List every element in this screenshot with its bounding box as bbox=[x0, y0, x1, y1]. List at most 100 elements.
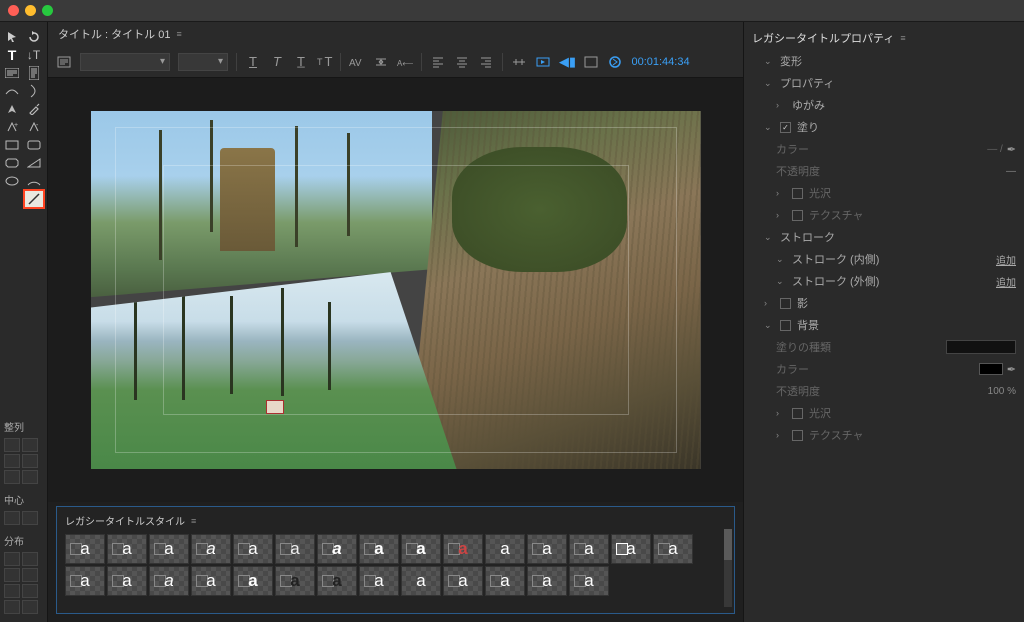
prop-bg-color[interactable]: カラー✒ bbox=[752, 358, 1016, 380]
align-btn[interactable] bbox=[4, 470, 20, 484]
distribute-btn[interactable] bbox=[4, 568, 20, 582]
style-swatch[interactable]: a bbox=[485, 566, 525, 596]
prop-bg-texture[interactable]: ›テクスチャ bbox=[752, 424, 1016, 446]
tab-menu-icon[interactable]: ≡ bbox=[176, 29, 181, 39]
bg-color-swatch[interactable] bbox=[979, 363, 1003, 375]
align-btn[interactable] bbox=[22, 454, 38, 468]
style-swatch[interactable]: a bbox=[317, 534, 357, 564]
line-tool-icon[interactable] bbox=[24, 190, 44, 208]
style-swatch[interactable]: a bbox=[275, 566, 315, 596]
zoom-window-button[interactable] bbox=[42, 5, 53, 16]
texture-checkbox[interactable] bbox=[792, 210, 803, 221]
rectangle-tool-icon[interactable] bbox=[2, 136, 22, 154]
style-swatch[interactable]: a bbox=[443, 566, 483, 596]
prop-bg-sheen[interactable]: ›光沢 bbox=[752, 402, 1016, 424]
template-icon[interactable] bbox=[583, 54, 599, 70]
properties-menu-icon[interactable]: ≡ bbox=[900, 33, 905, 43]
wedge-tool-icon[interactable] bbox=[24, 154, 44, 172]
distribute-btn[interactable] bbox=[4, 584, 20, 598]
styles-scrollbar[interactable] bbox=[724, 529, 732, 607]
pen-tool-icon[interactable] bbox=[2, 100, 22, 118]
align-btn[interactable] bbox=[4, 454, 20, 468]
style-swatch[interactable]: a bbox=[233, 566, 273, 596]
distribute-btn[interactable] bbox=[4, 600, 20, 614]
rounded-rectangle-tool-icon[interactable] bbox=[24, 136, 44, 154]
align-center-icon[interactable] bbox=[454, 54, 470, 70]
style-swatch[interactable]: a bbox=[275, 534, 315, 564]
add-inner-stroke-button[interactable]: 追加 bbox=[996, 252, 1016, 267]
style-swatch[interactable]: a bbox=[149, 566, 189, 596]
style-swatch[interactable]: a bbox=[317, 566, 357, 596]
prop-background[interactable]: ⌄背景 bbox=[752, 314, 1016, 336]
style-swatch[interactable]: a bbox=[443, 534, 483, 564]
center-btn[interactable] bbox=[4, 511, 20, 525]
timecode-display[interactable]: 00:01:44:34 bbox=[631, 56, 689, 68]
leading-icon[interactable] bbox=[373, 54, 389, 70]
eyedropper-icon[interactable]: ✒ bbox=[1007, 363, 1016, 376]
kerning-icon[interactable]: AV bbox=[349, 54, 365, 70]
background-checkbox[interactable] bbox=[780, 320, 791, 331]
distribute-btn[interactable] bbox=[22, 600, 38, 614]
style-swatch[interactable]: a bbox=[107, 534, 147, 564]
title-canvas[interactable] bbox=[91, 111, 701, 469]
bg-sheen-checkbox[interactable] bbox=[792, 408, 803, 419]
prop-stroke-inner[interactable]: ⌄ストローク (内側)追加 bbox=[752, 248, 1016, 270]
style-swatch[interactable]: a bbox=[569, 566, 609, 596]
prop-fill-sheen[interactable]: ›光沢 bbox=[752, 182, 1016, 204]
prop-strokes[interactable]: ⌄ストローク bbox=[752, 226, 1016, 248]
prop-stroke-outer[interactable]: ⌄ストローク (外側)追加 bbox=[752, 270, 1016, 292]
prop-properties-group[interactable]: ⌄プロパティ bbox=[752, 72, 1016, 94]
font-weight-dropdown[interactable]: ▾ bbox=[178, 53, 228, 71]
style-swatch[interactable]: a bbox=[401, 534, 441, 564]
filltype-dropdown[interactable] bbox=[946, 340, 1016, 354]
style-swatch[interactable]: a bbox=[65, 566, 105, 596]
align-btn[interactable] bbox=[22, 470, 38, 484]
style-swatch[interactable]: a bbox=[569, 534, 609, 564]
prop-bg-opacity[interactable]: 不透明度100 % bbox=[752, 380, 1016, 402]
selection-tool-icon[interactable] bbox=[2, 28, 22, 46]
prop-shadow[interactable]: ›影 bbox=[752, 292, 1016, 314]
delete-point-tool-icon[interactable]: - bbox=[24, 118, 44, 136]
distribute-btn[interactable] bbox=[22, 552, 38, 566]
font-dropdown[interactable]: ▾ bbox=[80, 53, 170, 71]
rotate-tool-icon[interactable] bbox=[24, 28, 44, 46]
style-swatch[interactable]: a bbox=[191, 566, 231, 596]
distribute-btn[interactable] bbox=[4, 552, 20, 566]
style-swatch[interactable]: a bbox=[527, 534, 567, 564]
prop-fill-texture[interactable]: ›テクスチャ bbox=[752, 204, 1016, 226]
style-swatch[interactable]: a bbox=[191, 534, 231, 564]
style-swatch[interactable]: a bbox=[359, 534, 399, 564]
style-swatch[interactable]: a bbox=[149, 534, 189, 564]
style-swatch[interactable]: a bbox=[107, 566, 147, 596]
shadow-checkbox[interactable] bbox=[780, 298, 791, 309]
align-left-icon[interactable] bbox=[430, 54, 446, 70]
underline-icon[interactable]: T̲ bbox=[293, 54, 309, 70]
style-swatch[interactable]: a bbox=[401, 566, 441, 596]
out-point-icon[interactable]: ◀▮ bbox=[559, 54, 575, 70]
tab-stops-icon[interactable] bbox=[511, 54, 527, 70]
center-btn[interactable] bbox=[22, 511, 38, 525]
style-swatch[interactable]: a bbox=[527, 566, 567, 596]
close-window-button[interactable] bbox=[8, 5, 19, 16]
area-type-tool-icon[interactable] bbox=[2, 64, 22, 82]
sync-icon[interactable] bbox=[607, 54, 623, 70]
bg-texture-checkbox[interactable] bbox=[792, 430, 803, 441]
italic-icon[interactable]: T bbox=[269, 54, 285, 70]
align-btn[interactable] bbox=[4, 438, 20, 452]
add-outer-stroke-button[interactable]: 追加 bbox=[996, 274, 1016, 289]
distribute-btn[interactable] bbox=[22, 584, 38, 598]
styles-menu-icon[interactable]: ≡ bbox=[191, 516, 196, 526]
ellipse-tool-icon[interactable] bbox=[2, 172, 22, 190]
clipped-rectangle-tool-icon[interactable] bbox=[2, 154, 22, 172]
eyedropper-tool-icon[interactable] bbox=[24, 100, 44, 118]
prop-transform[interactable]: ⌄変形 bbox=[752, 50, 1016, 72]
prop-fill-opacity[interactable]: 不透明度— bbox=[752, 160, 1016, 182]
show-video-icon[interactable] bbox=[535, 54, 551, 70]
path-type-tool-icon[interactable] bbox=[2, 82, 22, 100]
arc-tool-icon[interactable] bbox=[24, 172, 44, 190]
type-tool-icon[interactable]: T bbox=[2, 46, 22, 64]
prop-bg-filltype[interactable]: 塗りの種類 bbox=[752, 336, 1016, 358]
prop-distortion[interactable]: ›ゆがみ bbox=[752, 94, 1016, 116]
vertical-type-tool-icon[interactable]: ↓T bbox=[24, 46, 44, 64]
distribute-btn[interactable] bbox=[22, 568, 38, 582]
